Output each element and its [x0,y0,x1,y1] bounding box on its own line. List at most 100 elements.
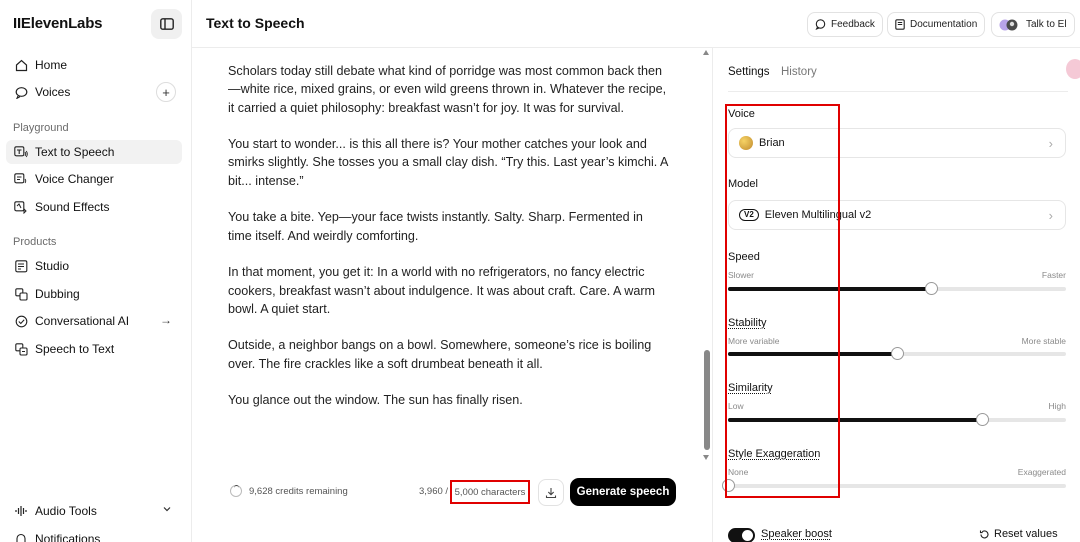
similarity-slider-fill [728,418,982,422]
studio-icon [14,259,28,273]
sound-effects-icon [14,200,28,214]
sidebar-toggle-button[interactable] [151,9,182,39]
style-exaggeration-slider[interactable] [722,479,1066,492]
floating-assistant-icon[interactable] [1066,59,1080,79]
home-icon [14,58,28,72]
feedback-label: Feedback [831,19,875,30]
sidebar-item-speech-to-text[interactable]: Speech to Text [6,337,182,361]
stability-max-label: More stable [1021,336,1066,346]
chevron-right-icon: › [1048,208,1053,223]
sidebar-item-label: Sound Effects [35,200,110,214]
top-header: Text to Speech Feedback Documentation Ta… [192,0,1080,48]
speaker-boost-toggle[interactable] [728,528,755,542]
arrow-right-icon: → [160,313,172,327]
sidebar-item-label: Dubbing [35,287,80,301]
speaker-boost-label: Speaker boost [761,528,832,540]
similarity-slider[interactable] [728,413,1066,426]
sidebar-item-conversational-ai[interactable]: Conversational AI → [6,309,182,333]
stability-slider-handle[interactable] [891,347,904,360]
sidebar-item-label: Audio Tools [35,504,97,518]
scroll-down-arrow-icon[interactable] [703,455,709,460]
similarity-label: Similarity [728,382,773,394]
text-editor[interactable]: Scholars today still debate what kind of… [228,62,668,428]
style-exaggeration-label: Style Exaggeration [728,448,821,460]
talk-to-el-button[interactable]: Talk to El [991,12,1075,37]
reset-icon [979,529,989,538]
speed-label: Speed [728,251,760,263]
reset-label: Reset values [994,528,1058,540]
tab-history[interactable]: History [781,66,817,78]
sidebar-item-label: Text to Speech [35,145,115,159]
feedback-button[interactable]: Feedback [807,12,883,37]
speed-slider-handle[interactable] [924,282,938,295]
voice-changer-icon [14,172,28,186]
sidebar-item-text-to-speech[interactable]: Text to Speech [6,140,182,164]
chevron-right-icon: › [1048,136,1053,151]
voices-icon [14,85,28,99]
sidebar-item-voices[interactable]: Voices + [6,80,182,104]
chat-bubble-icon [815,19,826,30]
editor-paragraph: You glance out the window. The sun has f… [228,393,523,408]
model-label: Model [728,178,758,190]
app-window: IIElevenLabs Home Voices + Playground Te… [0,0,1080,542]
section-label-products: Products [13,236,57,248]
reset-values-button[interactable]: Reset values [979,528,1058,540]
speed-slider[interactable] [728,282,1066,295]
agent-avatar-icon [999,18,1021,32]
credits-ring-icon [230,484,242,497]
sidebar-item-home[interactable]: Home [6,53,182,77]
speech-to-text-icon [14,342,28,356]
dubbing-icon [14,287,28,301]
sidebar-item-audio-tools[interactable]: Audio Tools [6,499,182,523]
style-exaggeration-slider-handle[interactable] [722,479,735,492]
model-value: Eleven Multilingual v2 [764,209,872,221]
style-min-label: None [728,467,749,477]
stability-min-label: More variable [728,336,780,346]
scroll-up-arrow-icon[interactable] [703,50,709,55]
model-version-badge: V2 [739,209,759,221]
editor-paragraph: In that moment, you get it: In a world w… [228,265,656,316]
similarity-max-label: High [1048,401,1066,411]
model-select[interactable]: V2 Eleven Multilingual v2 › [728,200,1066,230]
credits-remaining: 9,628 credits remaining [249,485,348,497]
character-count: 3,960 / [419,486,449,497]
download-button[interactable] [538,479,564,506]
add-voice-button[interactable]: + [156,82,176,102]
similarity-slider-handle[interactable] [975,413,989,426]
similarity-min-label: Low [728,401,744,411]
stability-slider[interactable] [728,347,1066,360]
document-icon [895,19,905,30]
editor-paragraph: You start to wonder... is this all there… [228,137,668,188]
sidebar-item-label: Voice Changer [35,172,114,186]
generate-speech-button[interactable]: Generate speech [570,478,676,506]
character-limit: 5,000 characters [450,480,530,504]
sidebar-item-sound-effects[interactable]: Sound Effects [6,195,182,219]
conversational-ai-icon [14,314,28,328]
tab-settings[interactable]: Settings [728,66,770,78]
sidebar-item-label: Studio [35,259,70,273]
audio-tools-icon [14,504,28,518]
sidebar-item-notifications[interactable]: Notifications [6,527,182,542]
talk-label: Talk to El [1026,19,1067,30]
stability-slider-fill [728,352,897,356]
voice-value: Brian [759,137,785,149]
sidebar-item-voice-changer[interactable]: Voice Changer [6,167,182,191]
editor-scrollbar-thumb[interactable] [704,350,710,450]
sidebar-item-label: Speech to Text [35,342,115,356]
sidebar-item-dubbing[interactable]: Dubbing [6,282,182,306]
documentation-button[interactable]: Documentation [887,12,986,37]
tabs-divider [728,91,1068,92]
logo: IIElevenLabs [13,15,103,32]
editor-paragraph: You take a bite. Yep—your face twists in… [228,210,643,243]
speed-max-label: Faster [1041,270,1066,280]
section-label-playground: Playground [13,122,69,134]
style-max-label: Exaggerated [1017,467,1066,477]
download-icon [545,487,557,498]
speed-min-label: Slower [728,270,754,280]
sidebar-item-studio[interactable]: Studio [6,254,182,278]
sidebar-panel-icon [159,18,174,30]
voice-label: Voice [728,108,755,120]
chevron-down-icon [162,503,172,517]
stability-label: Stability [728,317,767,329]
voice-select[interactable]: Brian › [728,128,1066,158]
